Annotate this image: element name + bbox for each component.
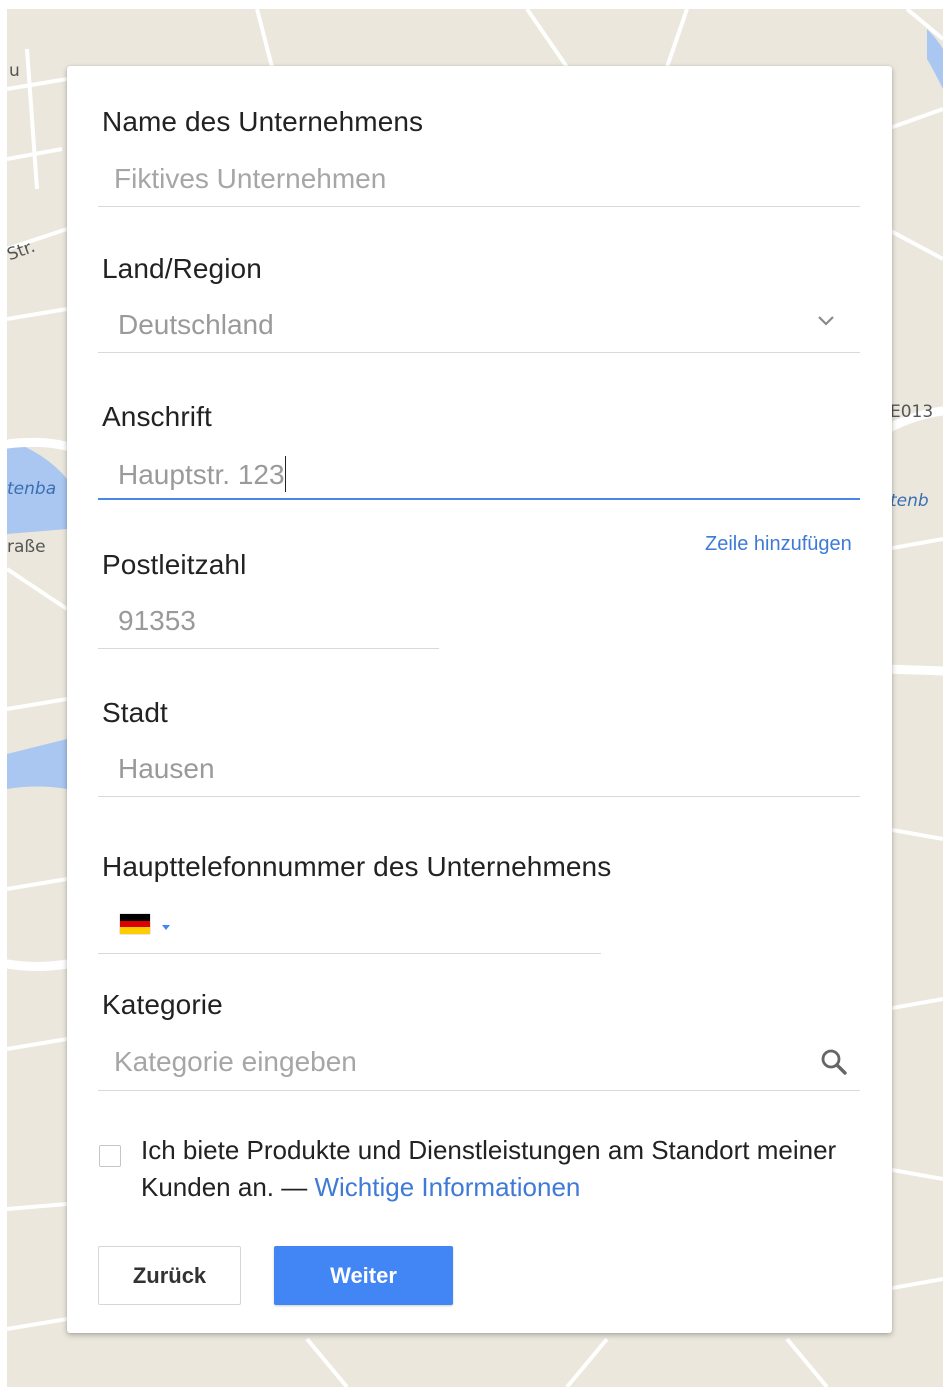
postal-code-label: Postleitzahl bbox=[102, 549, 247, 580]
map-label: E013 bbox=[890, 402, 934, 422]
postal-code-input[interactable]: 91353 bbox=[118, 605, 196, 637]
country-label: Land/Region bbox=[102, 253, 262, 284]
back-button[interactable]: Zurück bbox=[98, 1246, 241, 1305]
postal-code-underline bbox=[98, 648, 439, 649]
country-underline bbox=[98, 352, 860, 353]
map-label: tenba bbox=[7, 479, 57, 499]
country-select[interactable]: Deutschland bbox=[118, 309, 274, 341]
caret-down-icon[interactable] bbox=[161, 919, 171, 930]
address-input[interactable]: Hauptstr. 123 bbox=[118, 456, 287, 492]
address-value: Hauptstr. 123 bbox=[118, 459, 285, 490]
service-area-checkbox[interactable] bbox=[99, 1145, 121, 1167]
business-form-card: Name des Unternehmens Fiktives Unternehm… bbox=[67, 66, 892, 1333]
add-line-link[interactable]: Zeile hinzufügen bbox=[705, 533, 852, 556]
map-label: u bbox=[9, 61, 20, 81]
phone-input[interactable] bbox=[187, 903, 587, 939]
business-name-underline bbox=[98, 206, 860, 207]
business-name-input[interactable]: Fiktives Unternehmen bbox=[114, 163, 386, 195]
business-name-label: Name des Unternehmens bbox=[102, 106, 424, 137]
category-underline bbox=[98, 1090, 860, 1091]
map-label: raße bbox=[7, 537, 46, 557]
map-label: tenb bbox=[890, 491, 929, 511]
flag-germany-icon[interactable] bbox=[120, 914, 150, 934]
chevron-down-icon[interactable] bbox=[816, 314, 836, 328]
category-label: Kategorie bbox=[102, 989, 223, 1020]
address-underline bbox=[98, 498, 860, 500]
phone-label: Haupttelefonnummer des Unternehmens bbox=[102, 851, 612, 882]
search-icon[interactable] bbox=[820, 1048, 848, 1076]
city-label: Stadt bbox=[102, 697, 168, 728]
important-info-link[interactable]: Wichtige Informationen bbox=[314, 1172, 580, 1202]
city-input[interactable]: Hausen bbox=[118, 753, 215, 785]
next-button[interactable]: Weiter bbox=[274, 1246, 453, 1305]
city-underline bbox=[98, 796, 860, 797]
phone-underline bbox=[98, 953, 601, 954]
address-label: Anschrift bbox=[102, 401, 212, 432]
text-caret bbox=[284, 456, 287, 492]
category-input[interactable]: Kategorie eingeben bbox=[114, 1046, 357, 1078]
service-area-text: Ich biete Produkte und Dienstleistungen … bbox=[141, 1132, 841, 1206]
